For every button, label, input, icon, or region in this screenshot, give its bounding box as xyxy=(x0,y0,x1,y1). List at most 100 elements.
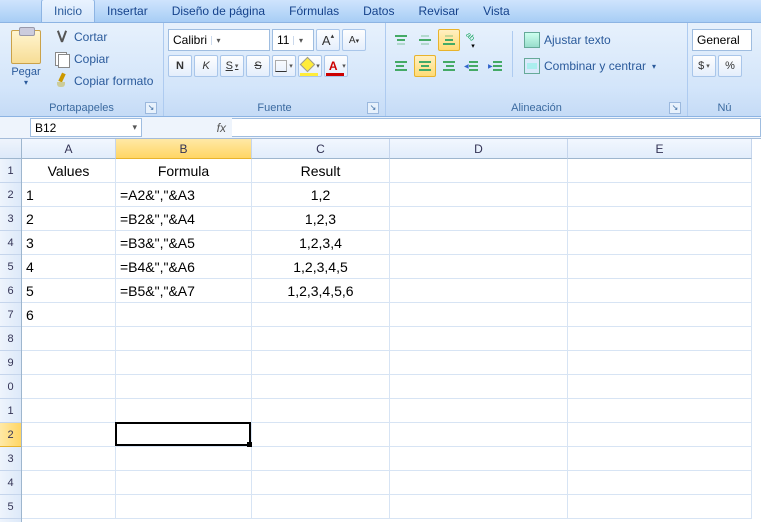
row-header[interactable]: 4 xyxy=(0,471,21,495)
row-header[interactable]: 6 xyxy=(0,279,21,303)
cell[interactable] xyxy=(390,471,568,495)
cell[interactable] xyxy=(568,399,752,423)
tab-formulas[interactable]: Fórmulas xyxy=(277,0,351,22)
align-top-button[interactable] xyxy=(390,29,412,51)
cell[interactable]: Values xyxy=(22,159,116,183)
cell[interactable] xyxy=(568,303,752,327)
bold-button[interactable]: N xyxy=(168,55,192,77)
font-launcher[interactable]: ↘ xyxy=(367,102,379,114)
cell[interactable] xyxy=(390,183,568,207)
font-size-combo[interactable]: 11 ▾ xyxy=(272,29,314,51)
cell[interactable]: =B5&","&A7 xyxy=(116,279,252,303)
cell[interactable] xyxy=(252,351,390,375)
orientation-button[interactable]: ▾ xyxy=(462,29,484,51)
cell[interactable] xyxy=(390,495,568,519)
cell[interactable] xyxy=(22,471,116,495)
cell[interactable] xyxy=(116,303,252,327)
wrap-text-button[interactable]: Ajustar texto xyxy=(517,29,663,51)
cell[interactable]: 3 xyxy=(22,231,116,255)
cell[interactable] xyxy=(252,447,390,471)
cell[interactable] xyxy=(390,375,568,399)
cell[interactable] xyxy=(390,423,568,447)
row-header[interactable]: 7 xyxy=(0,303,21,327)
paste-dropdown-arrow[interactable]: ▾ xyxy=(24,78,28,87)
tab-datos[interactable]: Datos xyxy=(351,0,406,22)
row-header[interactable]: 2 xyxy=(0,423,21,447)
cells-area[interactable]: Values Formula Result 1 =A2&","&A3 1,2 2… xyxy=(22,159,761,519)
cell[interactable]: 1,2,3,4,5,6 xyxy=(252,279,390,303)
alignment-launcher[interactable]: ↘ xyxy=(669,102,681,114)
cell[interactable] xyxy=(22,447,116,471)
tab-vista[interactable]: Vista xyxy=(471,0,521,22)
cell[interactable]: =B3&","&A5 xyxy=(116,231,252,255)
cell[interactable] xyxy=(252,471,390,495)
cell[interactable] xyxy=(390,231,568,255)
cut-button[interactable]: Cortar xyxy=(50,27,157,47)
tab-revisar[interactable]: Revisar xyxy=(406,0,471,22)
cell[interactable] xyxy=(116,351,252,375)
chevron-down-icon[interactable]: ▾ xyxy=(132,122,137,133)
cell[interactable]: 1,2 xyxy=(252,183,390,207)
paste-button[interactable]: Pegar ▾ xyxy=(4,25,48,95)
format-painter-button[interactable]: Copiar formato xyxy=(50,71,157,91)
cell[interactable] xyxy=(390,159,568,183)
cell[interactable] xyxy=(22,351,116,375)
font-name-combo[interactable]: Calibri ▾ xyxy=(168,29,270,51)
tab-insertar[interactable]: Insertar xyxy=(95,0,160,22)
merge-center-button[interactable]: Combinar y centrar ▾ xyxy=(517,55,663,77)
cell[interactable]: 1 xyxy=(22,183,116,207)
cell[interactable]: 1,2,3,4,5 xyxy=(252,255,390,279)
cell[interactable] xyxy=(568,159,752,183)
row-header[interactable]: 5 xyxy=(0,495,21,519)
cell[interactable] xyxy=(390,207,568,231)
row-header[interactable]: 8 xyxy=(0,327,21,351)
row-header[interactable]: 0 xyxy=(0,375,21,399)
cell[interactable] xyxy=(390,279,568,303)
cell[interactable] xyxy=(252,495,390,519)
align-right-button[interactable] xyxy=(438,55,460,77)
cell[interactable]: Formula xyxy=(116,159,252,183)
fx-icon[interactable]: fx xyxy=(217,121,226,135)
strike-button[interactable]: S xyxy=(246,55,270,77)
clipboard-launcher[interactable]: ↘ xyxy=(145,102,157,114)
row-header[interactable]: 1 xyxy=(0,399,21,423)
cell[interactable]: 6 xyxy=(22,303,116,327)
cell[interactable] xyxy=(568,327,752,351)
cell[interactable] xyxy=(252,423,390,447)
cell[interactable] xyxy=(116,327,252,351)
increase-indent-button[interactable] xyxy=(486,55,508,77)
cell[interactable] xyxy=(390,447,568,471)
cell[interactable] xyxy=(568,423,752,447)
formula-bar[interactable] xyxy=(232,118,761,137)
row-header[interactable]: 1 xyxy=(0,159,21,183)
col-header-A[interactable]: A xyxy=(22,139,116,159)
cell[interactable]: =A2&","&A3 xyxy=(116,183,252,207)
cell[interactable] xyxy=(568,231,752,255)
cell[interactable]: Result xyxy=(252,159,390,183)
tab-diseno[interactable]: Diseño de página xyxy=(160,0,277,22)
percent-button[interactable]: % xyxy=(718,55,742,77)
cell[interactable]: =B4&","&A6 xyxy=(116,255,252,279)
row-header[interactable]: 9 xyxy=(0,351,21,375)
borders-button[interactable] xyxy=(272,55,296,77)
row-header[interactable]: 4 xyxy=(0,231,21,255)
cell[interactable] xyxy=(116,471,252,495)
fill-color-button[interactable] xyxy=(298,55,322,77)
cell[interactable]: 1,2,3 xyxy=(252,207,390,231)
number-format-combo[interactable]: General xyxy=(692,29,752,51)
cell[interactable] xyxy=(252,399,390,423)
cell[interactable] xyxy=(390,399,568,423)
cell[interactable] xyxy=(568,447,752,471)
col-header-C[interactable]: C xyxy=(252,139,390,159)
cell[interactable] xyxy=(252,375,390,399)
copy-button[interactable]: Copiar xyxy=(50,49,157,69)
cell[interactable] xyxy=(390,255,568,279)
cell[interactable] xyxy=(252,327,390,351)
row-header[interactable]: 5 xyxy=(0,255,21,279)
col-header-B[interactable]: B xyxy=(116,139,252,159)
row-header[interactable]: 3 xyxy=(0,207,21,231)
row-header[interactable]: 3 xyxy=(0,447,21,471)
cell[interactable] xyxy=(568,207,752,231)
cell[interactable]: 5 xyxy=(22,279,116,303)
cell[interactable] xyxy=(390,303,568,327)
